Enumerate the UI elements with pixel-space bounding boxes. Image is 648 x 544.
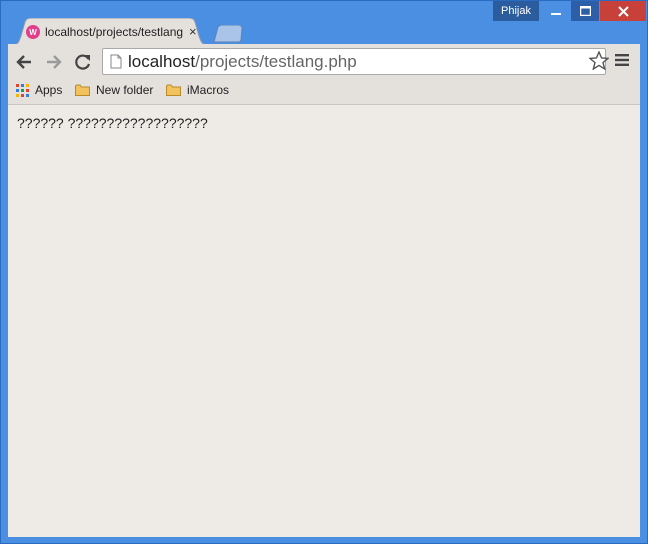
page-content: ?????? ?????????????????? (8, 105, 640, 537)
toolbar: localhost/projects/testlang.php Apps New… (8, 44, 640, 105)
bookmark-label: iMacros (187, 83, 230, 97)
bookmark-label: New folder (96, 83, 154, 97)
star-icon[interactable] (589, 51, 609, 70)
minimize-button[interactable] (542, 1, 570, 21)
bookmark-label: Apps (35, 83, 63, 97)
page-icon (110, 54, 122, 69)
folder-icon (75, 84, 90, 96)
close-window-button[interactable] (600, 1, 646, 21)
url-host: localhost (128, 52, 196, 71)
tab-close-button[interactable]: × (189, 24, 197, 39)
new-tab-button[interactable] (212, 25, 244, 43)
back-button[interactable] (13, 51, 35, 73)
menu-icon[interactable] (615, 53, 629, 67)
bookmark-new-folder[interactable]: New folder (75, 79, 153, 101)
forward-arrow-icon (47, 55, 62, 69)
forward-button[interactable] (43, 51, 65, 73)
minimize-icon (551, 13, 561, 15)
bookmark-apps[interactable]: Apps (16, 79, 62, 101)
browser-window: Phijak W localhost/projects/testlang.php… (0, 0, 648, 544)
bookmark-imacros[interactable]: iMacros (166, 79, 229, 101)
tab-title: localhost/projects/testlang.php (45, 25, 183, 39)
favicon-icon: W (26, 25, 40, 39)
url-path: /projects/testlang.php (195, 52, 357, 71)
tab-testlang[interactable]: W localhost/projects/testlang.php × (12, 18, 208, 45)
bookmarks-bar: Apps New folder iMacros (8, 79, 640, 101)
url-text: localhost/projects/testlang.php (128, 52, 357, 72)
close-icon (617, 5, 629, 17)
profile-button[interactable]: Phijak (493, 1, 539, 21)
reload-icon (75, 54, 91, 70)
apps-grid-icon (16, 83, 29, 97)
address-bar[interactable]: localhost/projects/testlang.php (102, 48, 606, 75)
reload-button[interactable] (72, 51, 94, 73)
folder-icon (166, 84, 181, 96)
maximize-icon (579, 6, 591, 16)
back-arrow-icon (16, 55, 31, 69)
maximize-button[interactable] (571, 1, 599, 21)
page-text: ?????? ?????????????????? (17, 115, 208, 131)
